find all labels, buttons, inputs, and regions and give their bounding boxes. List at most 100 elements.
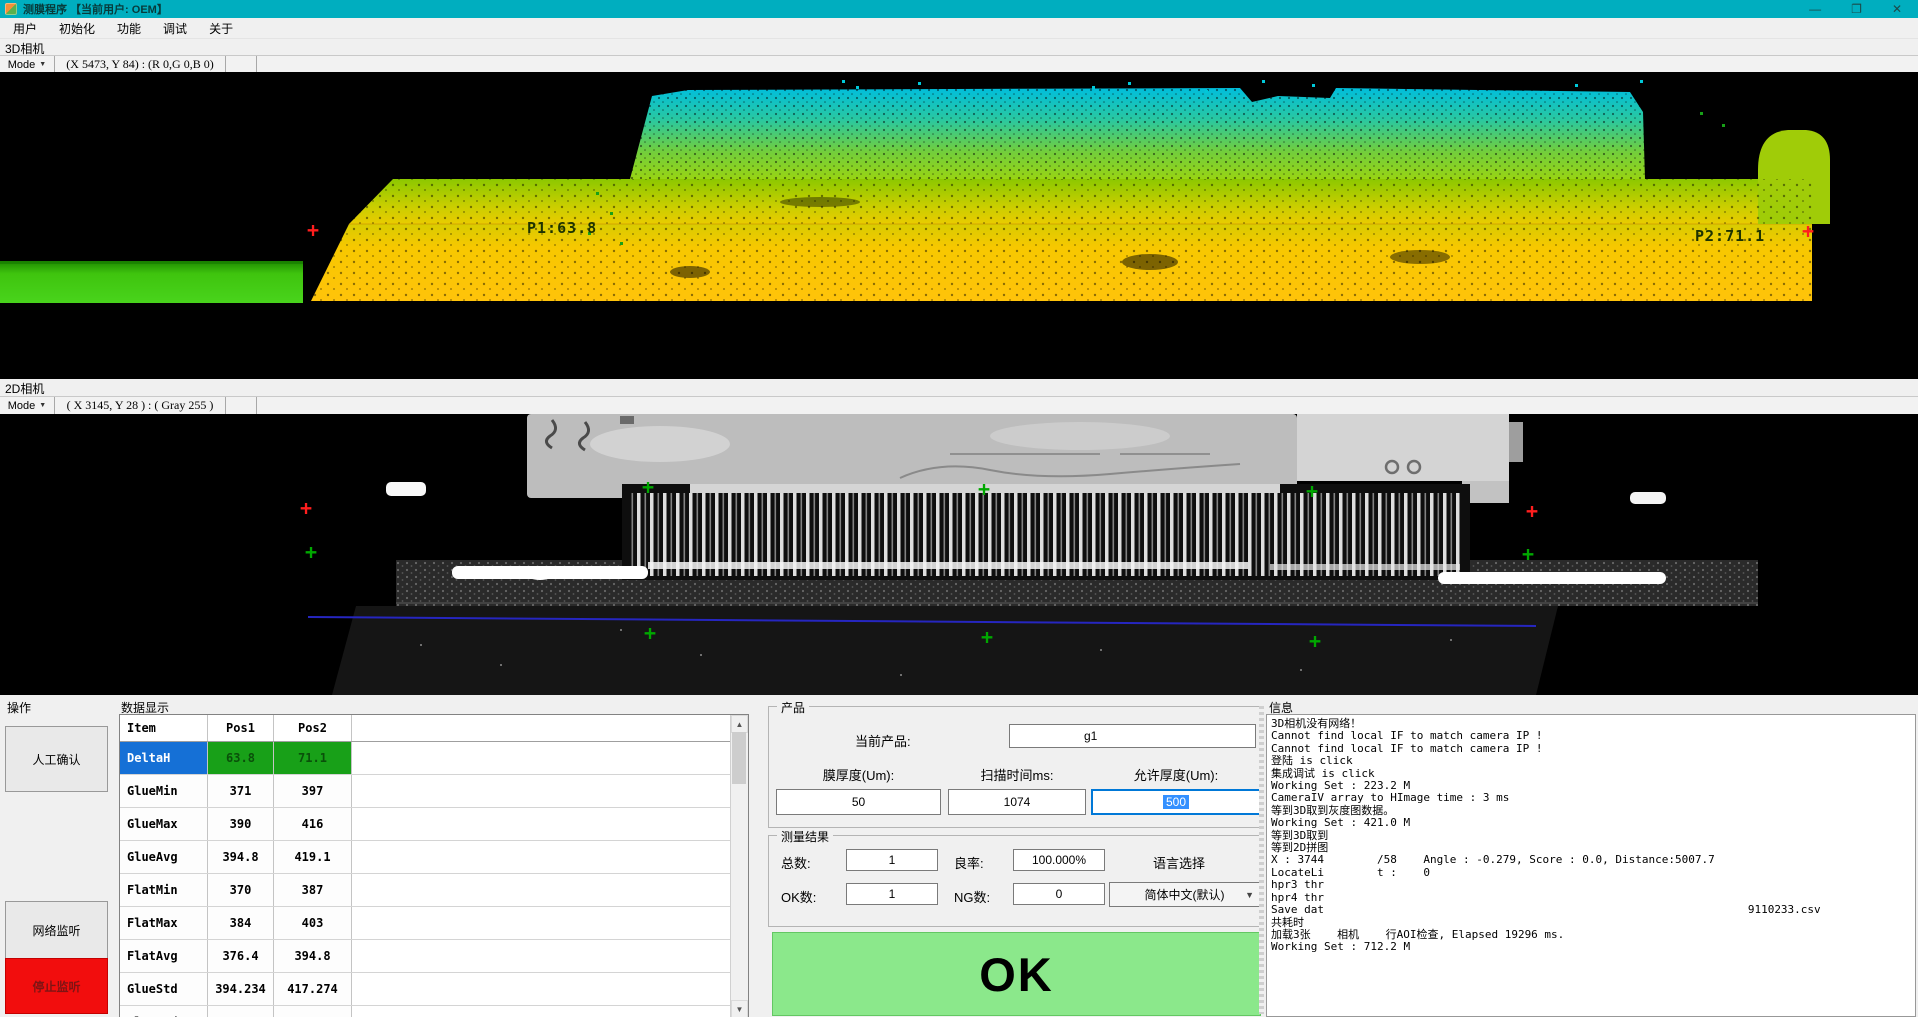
column-header-pos2: Pos2: [274, 715, 352, 741]
table-row[interactable]: GlueMax390416: [120, 808, 748, 841]
camera3d-mode-dropdown[interactable]: Mode ▼: [0, 56, 55, 73]
table-row[interactable]: FlatAvg376.4394.8: [120, 940, 748, 973]
menu-item-about[interactable]: 关于: [198, 18, 244, 39]
results-group-label: 测量结果: [777, 828, 833, 845]
menu-item-function[interactable]: 功能: [106, 18, 152, 39]
log-line: 登陆 is click: [1271, 755, 1915, 767]
chevron-down-icon: ▼: [1245, 890, 1254, 900]
column-header-pos1: Pos1: [208, 715, 274, 741]
close-icon[interactable]: ✕: [1892, 0, 1902, 18]
table-cell-pos2: 416: [274, 808, 352, 840]
crosshair-marker: +: [305, 542, 317, 562]
scroll-down-icon[interactable]: ▼: [731, 1000, 748, 1017]
camera3d-heightmap-image[interactable]: [0, 72, 1918, 379]
ng-count-field[interactable]: 0: [1013, 883, 1105, 905]
menu-item-debug[interactable]: 调试: [152, 18, 198, 39]
scan-time-input[interactable]: 1074: [948, 789, 1086, 815]
info-log[interactable]: 3D相机没有网络！Cannot find local IF to match c…: [1266, 714, 1916, 1017]
scan-time-label: 扫描时间ms:: [948, 765, 1086, 784]
language-selected-value: 简体中文(默认): [1145, 886, 1225, 903]
scroll-up-icon[interactable]: ▲: [731, 715, 748, 733]
measurement-table: Item Pos1 Pos2 DeltaH63.871.1GlueMin3713…: [119, 714, 749, 1017]
application-window: 测膜程序 【当前用户: OEM】 — ❐ ✕ 用户 初始化 功能 调试 关于 3…: [0, 0, 1918, 1017]
allowed-thickness-input[interactable]: 500: [1091, 789, 1261, 815]
table-cell-item: FlatStd: [120, 1006, 208, 1017]
camera2d-mode-dropdown[interactable]: Mode ▼: [0, 397, 55, 414]
mode-label: Mode: [8, 400, 36, 412]
crosshair-marker: +: [1802, 221, 1814, 241]
table-row[interactable]: DeltaH63.871.1: [120, 742, 748, 775]
log-line: X : 3744 /58 Angle : -0.279, Score : 0.0…: [1271, 854, 1915, 866]
language-select-label: 语言选择: [1153, 853, 1205, 872]
minimize-icon[interactable]: —: [1809, 0, 1821, 18]
table-cell-pos2: 403: [274, 907, 352, 939]
p2-measurement-label: P2:71.1: [1695, 227, 1765, 245]
ok-count-field[interactable]: 1: [846, 883, 938, 905]
chevron-down-icon: ▼: [39, 61, 46, 68]
crosshair-marker: +: [1309, 631, 1321, 651]
log-line: LocateLi t : 0: [1271, 867, 1915, 879]
menu-bar: 用户 初始化 功能 调试 关于: [0, 18, 1918, 39]
table-cell-item: FlatMin: [120, 874, 208, 906]
scrollbar-thumb[interactable]: [732, 732, 746, 784]
ok-count-label: OK数:: [781, 887, 816, 906]
table-cell-pos1: 2.139: [208, 1006, 274, 1017]
log-line: CameraIV array to HImage time : 3 ms: [1271, 792, 1915, 804]
table-header: Item Pos1 Pos2: [120, 715, 748, 742]
chevron-down-icon: ▼: [39, 402, 46, 409]
table-row[interactable]: GlueMin371397: [120, 775, 748, 808]
table-row[interactable]: FlatStd2.1392.229: [120, 1006, 748, 1017]
table-row[interactable]: GlueStd394.234417.274: [120, 973, 748, 1006]
crosshair-marker: +: [1306, 481, 1318, 501]
language-select-dropdown[interactable]: 简体中文(默认) ▼: [1109, 882, 1260, 907]
table-cell-item: GlueAvg: [120, 841, 208, 873]
crosshair-marker: +: [978, 479, 990, 499]
table-row[interactable]: GlueAvg394.8419.1: [120, 841, 748, 874]
manual-confirm-button[interactable]: 人工确认: [5, 726, 108, 792]
log-line: Working Set : 712.2 M: [1271, 941, 1915, 953]
log-line: Cannot find local IF to match camera IP …: [1271, 730, 1915, 742]
table-cell-item: DeltaH: [120, 742, 208, 774]
camera2d-mode-bar: Mode ▼ ( X 3145, Y 28 ) : ( Gray 255 ): [0, 396, 1918, 415]
current-product-input[interactable]: g1: [1009, 724, 1256, 748]
crosshair-marker: +: [981, 627, 993, 647]
table-cell-pos2: 417.274: [274, 973, 352, 1005]
stop-listen-button[interactable]: 停止监听: [5, 958, 108, 1014]
menu-item-user[interactable]: 用户: [2, 18, 48, 39]
network-listen-button[interactable]: 网络监听: [5, 901, 108, 959]
result-status-indicator: OK: [772, 932, 1261, 1016]
table-cell-pos1: 394.234: [208, 973, 274, 1005]
maximize-icon[interactable]: ❐: [1851, 0, 1862, 18]
log-line: Cannot find local IF to match camera IP …: [1271, 743, 1915, 755]
yield-label: 良率:: [954, 853, 984, 872]
table-row[interactable]: FlatMin370387: [120, 874, 748, 907]
table-cell-item: FlatAvg: [120, 940, 208, 972]
app-icon: [5, 3, 17, 15]
ng-count-label: NG数:: [954, 887, 990, 906]
table-cell-pos1: 371: [208, 775, 274, 807]
table-cell-pos2: 394.8: [274, 940, 352, 972]
current-product-label: 当前产品:: [855, 731, 911, 750]
operations-section-label: 操作: [7, 699, 31, 716]
crosshair-marker: +: [1526, 501, 1538, 521]
yield-field[interactable]: 100.000%: [1013, 849, 1105, 871]
total-label: 总数:: [781, 853, 811, 872]
camera3d-pixel-status: (X 5473, Y 84) : (R 0,G 0,B 0): [55, 56, 226, 73]
total-count-field[interactable]: 1: [846, 849, 938, 871]
column-header-item: Item: [120, 715, 208, 741]
film-thickness-label: 膜厚度(Um):: [776, 765, 941, 784]
crosshair-marker: +: [1522, 544, 1534, 564]
table-cell-pos2: 2.229: [274, 1006, 352, 1017]
table-cell-pos1: 370: [208, 874, 274, 906]
log-line: Working Set : 421.0 M: [1271, 817, 1915, 829]
results-groupbox: 测量结果 总数: 1 良率: 100.000% 语言选择 OK数: 1 NG数:…: [768, 835, 1264, 927]
log-line: Save dat 9110233.csv: [1271, 904, 1915, 916]
film-thickness-input[interactable]: 50: [776, 789, 941, 815]
panel-splitter[interactable]: [1259, 706, 1264, 1014]
crosshair-marker: +: [307, 220, 319, 240]
table-cell-pos1: 376.4: [208, 940, 274, 972]
camera2d-grayscale-image[interactable]: [0, 414, 1918, 695]
table-scrollbar[interactable]: ▲ ▼: [730, 715, 748, 1017]
table-row[interactable]: FlatMax384403: [120, 907, 748, 940]
menu-item-init[interactable]: 初始化: [48, 18, 106, 39]
